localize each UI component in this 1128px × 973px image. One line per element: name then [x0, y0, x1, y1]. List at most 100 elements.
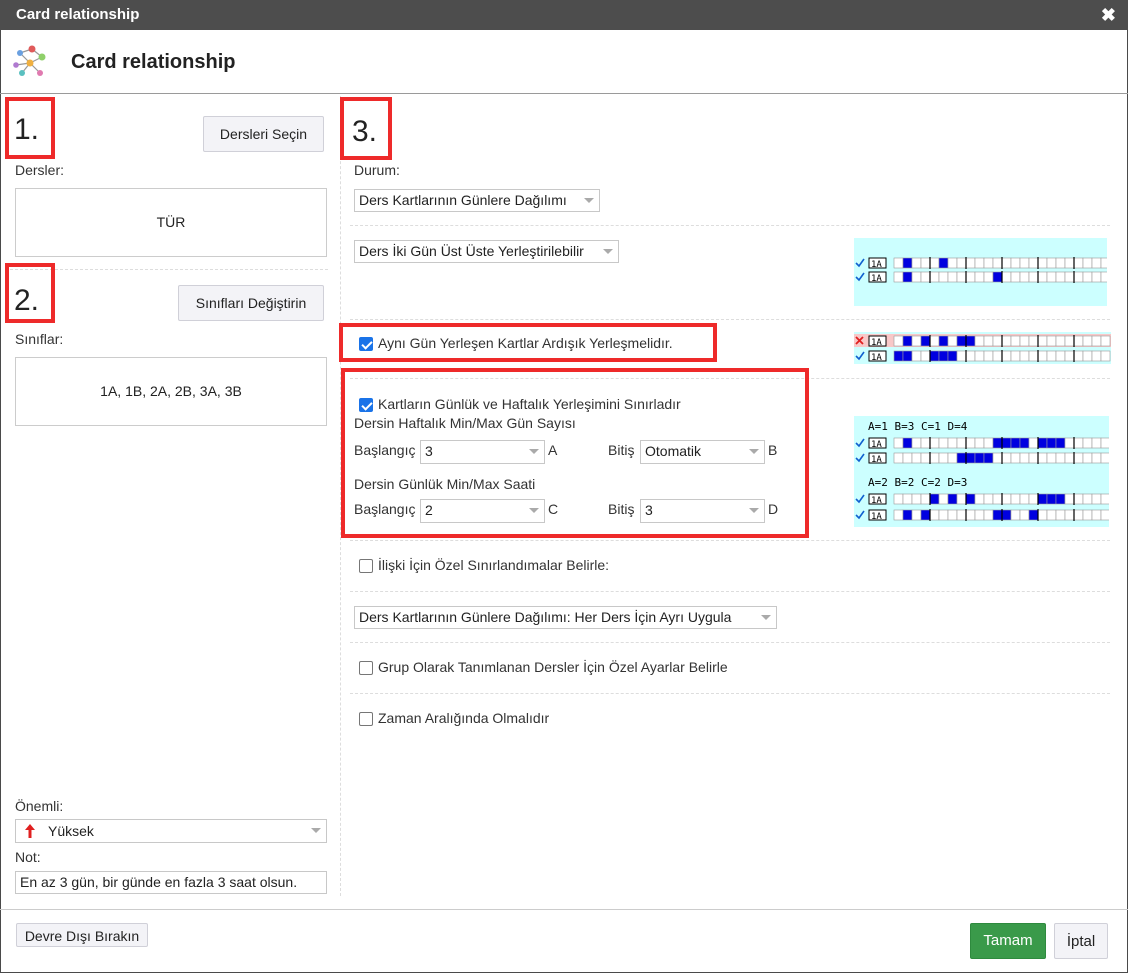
preview-cell [1073, 437, 1084, 449]
consecutive-days-select[interactable]: Ders İki Gün Üst Üste Yerleştirilebilir [354, 240, 619, 263]
preview-cell [929, 452, 940, 464]
preview-cell [920, 335, 931, 347]
special-limits-label: İlişki İçin Özel Sınırlandımalar Belirle… [378, 557, 610, 573]
daily-title: Dersin Günlük Min/Max Saati [354, 476, 536, 492]
check-icon [855, 351, 865, 361]
chevron-down-icon [529, 449, 539, 454]
daily-start-select[interactable]: 2 [420, 499, 545, 523]
preview-cell [1019, 335, 1030, 347]
preview-cell [1091, 437, 1102, 449]
preview-cell [1064, 452, 1075, 464]
preview-cell [1046, 452, 1057, 464]
ok-button[interactable]: Tamam [970, 923, 1046, 959]
preview-cell [1055, 493, 1066, 505]
daily-start-value: 2 [425, 502, 433, 518]
apply-mode-select[interactable]: Ders Kartlarının Günlere Dağılımı: Her D… [354, 606, 777, 629]
divider [350, 540, 1110, 541]
subjects-label: Dersler: [15, 162, 65, 178]
weekly-start-select[interactable]: 3 [420, 440, 545, 464]
change-classes-button[interactable]: Sınıfları Değiştirin [178, 285, 324, 321]
select-subjects-button[interactable]: Dersleri Seçin [203, 116, 324, 152]
preview-cell [965, 509, 976, 521]
preview-cell [1064, 335, 1075, 347]
letter-b: B [768, 442, 778, 458]
class-tag-label: 1A [871, 440, 882, 450]
dialog-header: Card relationship [0, 30, 1128, 94]
preview-cell [1073, 350, 1084, 362]
classes-box[interactable]: 1A, 1B, 2A, 2B, 3A, 3B [15, 357, 327, 426]
disable-button[interactable]: Devre Dışı Bırakın [16, 923, 148, 947]
preview-cell [1055, 509, 1066, 521]
special-limits-checkbox[interactable] [359, 559, 373, 573]
check-icon [855, 258, 865, 268]
preview-cell [1046, 257, 1057, 269]
preview-cell [911, 335, 922, 347]
preview-cell [974, 437, 985, 449]
preview-cell [893, 271, 904, 283]
preview-cell [893, 509, 904, 521]
daily-end-select[interactable]: 3 [640, 499, 765, 523]
class-tag-label: 1A [871, 496, 882, 506]
preview-cell [965, 271, 976, 283]
daily-end-label: Bitiş [608, 501, 635, 517]
red-up-arrow-icon [25, 824, 35, 838]
preview-cell [1064, 350, 1075, 362]
status-select[interactable]: Ders Kartlarının Günlere Dağılımı [354, 189, 600, 212]
preview-cell [1019, 257, 1030, 269]
consecutive-days-value: Ders İki Gün Üst Üste Yerleştirilebilir [359, 243, 584, 259]
preview-cell [893, 257, 904, 269]
preview-cell [902, 271, 913, 283]
preview-cell [974, 335, 985, 347]
preview-cell [911, 350, 922, 362]
preview-cell [1010, 350, 1021, 362]
subjects-box[interactable]: TÜR [15, 188, 327, 257]
preview-cell [929, 271, 940, 283]
preview-cell [1046, 437, 1057, 449]
weekly-end-select[interactable]: Otomatik [640, 440, 765, 464]
check-icon [855, 453, 865, 463]
preview-cell [1055, 257, 1066, 269]
preview-cell [920, 493, 931, 505]
group-settings-checkbox[interactable] [359, 661, 373, 675]
limit-daily-weekly-checkbox[interactable] [359, 398, 373, 412]
preview-cell [902, 350, 913, 362]
preview-cell [1028, 452, 1039, 464]
weekly-end-label: Bitiş [608, 442, 635, 458]
preview-cell [1001, 493, 1012, 505]
preview-cell [1100, 509, 1109, 521]
weekly-start-value: 3 [425, 443, 433, 459]
class-tag-label: 1A [871, 260, 882, 270]
importance-select[interactable]: Yüksek [15, 819, 327, 843]
time-range-checkbox[interactable] [359, 712, 373, 726]
chevron-down-icon [584, 198, 594, 203]
check-icon [855, 510, 865, 520]
preview-cell [1046, 271, 1057, 283]
preview-cell [1100, 350, 1111, 362]
preview-cell [1055, 350, 1066, 362]
preview-cell [929, 437, 940, 449]
preview-cell [947, 452, 958, 464]
weekly-start-label: Başlangıç [354, 442, 416, 458]
note-input[interactable]: En az 3 gün, bir günde en fazla 3 saat o… [15, 871, 327, 894]
chevron-down-icon [529, 508, 539, 513]
preview-cell [1001, 257, 1012, 269]
preview-cell [1073, 452, 1084, 464]
preview-cell [956, 257, 967, 269]
preview-cell [1037, 257, 1048, 269]
cancel-button[interactable]: İptal [1054, 923, 1108, 959]
footer-divider [0, 909, 1128, 910]
preview-cell [920, 257, 931, 269]
preview-cell [1001, 271, 1012, 283]
preview-same-day-consecutive: 1A 1A [854, 332, 1111, 364]
preview-cell [929, 509, 940, 521]
preview-cell [1082, 335, 1093, 347]
same-day-consecutive-checkbox[interactable] [359, 337, 373, 351]
preview-cell [1100, 493, 1109, 505]
weekly-title: Dersin Haftalık Min/Max Gün Sayısı [354, 415, 576, 431]
step2-number: 2. [14, 284, 40, 317]
close-icon[interactable]: ✖ [1101, 0, 1116, 30]
class-tag-label: 1A [871, 338, 882, 348]
preview-cell [956, 271, 967, 283]
preview-cell [1028, 271, 1039, 283]
preview-cell [965, 452, 976, 464]
